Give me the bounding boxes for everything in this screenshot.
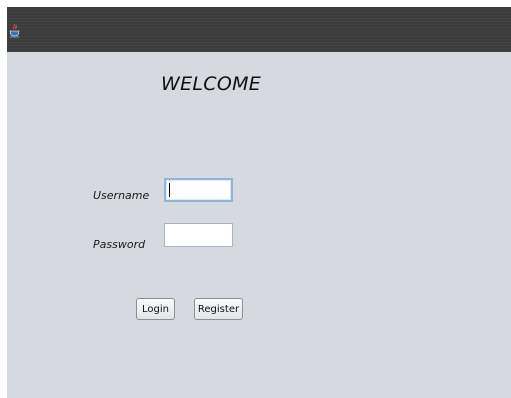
password-field[interactable] [164,223,233,247]
java-cup-icon [9,23,20,38]
password-label: Password [93,238,146,251]
welcome-title: WELCOME [161,73,262,95]
username-field[interactable] [164,178,233,202]
username-label: Username [93,189,150,202]
app-window: WELCOME Username Password Login Register [7,7,511,398]
login-button[interactable]: Login [136,298,175,320]
title-bar[interactable] [7,7,511,52]
register-button[interactable]: Register [194,298,243,320]
text-caret [169,183,170,197]
